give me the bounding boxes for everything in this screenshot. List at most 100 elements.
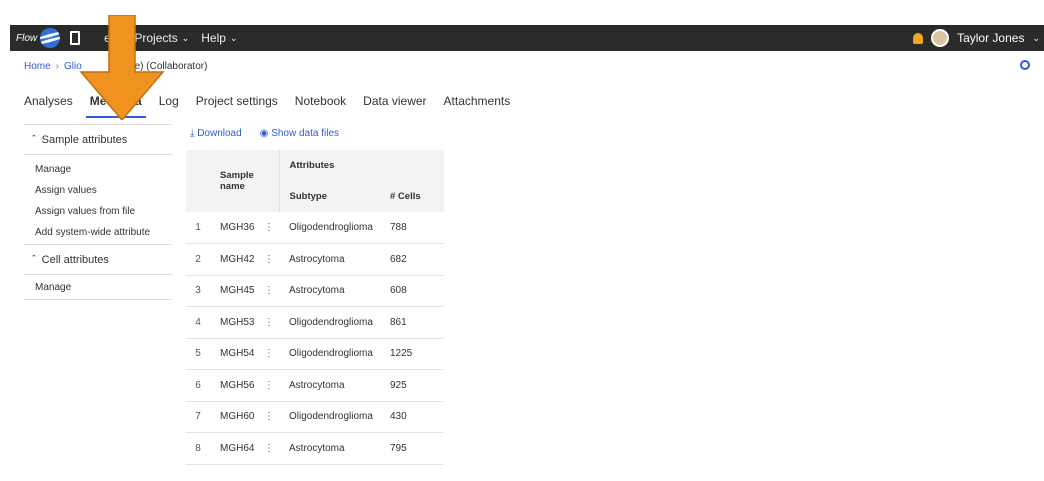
row-index: 2 xyxy=(186,243,210,276)
logo-text: Flow xyxy=(16,32,38,44)
chevron-right-icon: › xyxy=(55,61,60,72)
avatar[interactable] xyxy=(931,29,950,47)
table-header-row: Sample name Attributes xyxy=(186,150,444,212)
chevron-up-icon: ˆ xyxy=(32,253,36,266)
subtype-cell[interactable]: Astrocytoma xyxy=(279,243,382,276)
cells-cell[interactable]: 682 xyxy=(382,243,444,276)
more-options-icon[interactable]: ⋮ xyxy=(259,275,279,307)
sidebar-item-add-system-wide-attribute[interactable]: Add system-wide attribute xyxy=(24,222,172,245)
sample-name: MGH45 xyxy=(210,275,259,307)
bell-icon[interactable] xyxy=(913,32,924,44)
logo-mark-icon xyxy=(40,28,61,48)
sample-name: MGH60 xyxy=(210,401,259,433)
sample-attributes-header[interactable]: ˆ Sample attributes xyxy=(24,125,172,155)
more-options-icon[interactable]: ⋮ xyxy=(259,338,279,370)
nav-menu-help[interactable]: Help ⌄ xyxy=(201,31,237,45)
cell-attributes-list: Manage xyxy=(24,275,172,300)
user-area: Taylor Jones ⌄ xyxy=(913,29,1040,47)
breadcrumb-home[interactable]: Home xyxy=(24,61,51,72)
more-options-icon[interactable]: ⋮ xyxy=(259,212,279,244)
chevron-down-icon: ⌄ xyxy=(229,32,238,43)
row-index: 3 xyxy=(186,275,210,307)
cells-cell[interactable]: 788 xyxy=(382,212,444,244)
sample-name: MGH36 xyxy=(210,212,259,244)
subtype-header: Subtype xyxy=(278,181,382,212)
show-data-files-button[interactable]: ◉ Show data files xyxy=(260,128,339,139)
cells-cell[interactable]: 430 xyxy=(382,401,444,433)
nav-menu-projects[interactable]: Projects ⌄ xyxy=(134,31,189,45)
sidebar-item-manage-cells[interactable]: Manage xyxy=(24,277,172,300)
table-row: 5 MGH54 ⋮ Oligodendroglioma 1225 xyxy=(186,338,444,370)
subtype-cell[interactable]: Astrocytoma xyxy=(279,369,382,402)
tab-data-viewer[interactable]: Data viewer xyxy=(363,94,426,118)
row-index: 6 xyxy=(186,369,210,402)
top-navbar: Flow e ⌄ Projects ⌄ Help ⌄ Taylor Jones … xyxy=(10,25,1044,51)
sample-name: MGH64 xyxy=(210,432,259,465)
subtype-cell[interactable]: Oligodendroglioma xyxy=(279,338,382,370)
tab-project-settings[interactable]: Project settings xyxy=(196,94,278,118)
more-options-icon[interactable]: ⋮ xyxy=(259,243,279,276)
eye-icon: ◉ xyxy=(259,128,269,139)
subtype-cell[interactable]: Astrocytoma xyxy=(279,432,382,465)
sidebar-item-manage-samples[interactable]: Manage xyxy=(24,159,172,180)
subtype-cell[interactable]: Astrocytoma xyxy=(279,275,382,307)
cell-attributes-header[interactable]: ˆ Cell attributes xyxy=(24,245,172,275)
tab-metadata[interactable]: Metadata xyxy=(85,94,146,118)
sample-name: MGH54 xyxy=(210,338,259,370)
cells-cell[interactable]: 1225 xyxy=(382,338,444,370)
show-data-files-label: Show data files xyxy=(271,128,340,139)
table-row: 1 MGH36 ⋮ Oligodendroglioma 788 xyxy=(186,212,444,244)
sample-name-header: Sample name xyxy=(210,150,279,212)
breadcrumb-project-suffix: ple) (Collaborator) xyxy=(126,61,208,72)
more-options-icon[interactable]: ⋮ xyxy=(259,401,279,433)
cells-cell[interactable]: 925 xyxy=(382,369,444,402)
sidebar-item-assign-values[interactable]: Assign values xyxy=(24,180,172,201)
nav-label: Projects xyxy=(134,31,178,45)
sample-name: MGH53 xyxy=(210,306,259,339)
subtype-cell[interactable]: Oligodendroglioma xyxy=(279,401,382,433)
nav-label: e xyxy=(104,31,111,45)
more-options-icon[interactable]: ⋮ xyxy=(259,369,279,402)
attributes-header: Attributes xyxy=(278,150,444,181)
index-header xyxy=(186,150,210,212)
nav-label: Help xyxy=(201,31,226,45)
table-row: 7 MGH60 ⋮ Oligodendroglioma 430 xyxy=(186,401,444,433)
cells-cell[interactable]: 608 xyxy=(382,275,444,307)
table-row: 2 MGH42 ⋮ Astrocytoma 682 xyxy=(186,243,444,276)
nav-menu-device[interactable]: e ⌄ xyxy=(60,31,122,45)
tab-log[interactable]: Log xyxy=(159,94,179,118)
download-label: Download xyxy=(197,128,242,139)
cells-header: # Cells xyxy=(382,181,444,212)
download-button[interactable]: ⤓ Download xyxy=(190,128,242,139)
table-actions: ⤓ Download ◉ Show data files xyxy=(190,128,339,139)
sidebar-header-label: Cell attributes xyxy=(41,253,109,266)
sidebar-header-label: Sample attributes xyxy=(41,133,128,146)
user-name[interactable]: Taylor Jones xyxy=(957,31,1024,45)
subtype-cell[interactable]: Oligodendroglioma xyxy=(279,306,382,339)
row-index: 7 xyxy=(186,401,210,433)
chevron-down-icon[interactable]: ⌄ xyxy=(1032,33,1040,44)
gear-icon[interactable] xyxy=(1020,60,1030,70)
download-icon: ⤓ xyxy=(190,128,195,139)
chevron-down-icon: ⌄ xyxy=(181,32,190,43)
table-row: 6 MGH56 ⋮ Astrocytoma 925 xyxy=(186,369,444,402)
chevron-up-icon: ˆ xyxy=(32,133,36,146)
sidebar-item-assign-values-from-file[interactable]: Assign values from file xyxy=(24,201,172,222)
sample-attributes-list: Manage Assign values Assign values from … xyxy=(24,155,172,245)
table-row: 3 MGH45 ⋮ Astrocytoma 608 xyxy=(186,275,444,307)
sample-name: MGH56 xyxy=(210,369,259,402)
table-row: 4 MGH53 ⋮ Oligodendroglioma 861 xyxy=(186,306,444,339)
app-logo[interactable]: Flow xyxy=(16,28,61,48)
subtype-cell[interactable]: Oligodendroglioma xyxy=(279,212,382,244)
cells-cell[interactable]: 795 xyxy=(382,432,444,465)
cells-cell[interactable]: 861 xyxy=(382,306,444,339)
row-index: 4 xyxy=(186,306,210,339)
tab-attachments[interactable]: Attachments xyxy=(444,94,511,118)
tab-notebook[interactable]: Notebook xyxy=(295,94,346,118)
breadcrumb-project[interactable]: Glio xyxy=(64,61,82,72)
more-options-icon[interactable]: ⋮ xyxy=(259,306,279,339)
tab-analyses[interactable]: Analyses xyxy=(24,94,73,118)
more-options-icon[interactable]: ⋮ xyxy=(259,432,279,465)
metadata-sidebar: ˆ Sample attributes Manage Assign values… xyxy=(24,124,172,300)
row-index: 8 xyxy=(186,432,210,465)
